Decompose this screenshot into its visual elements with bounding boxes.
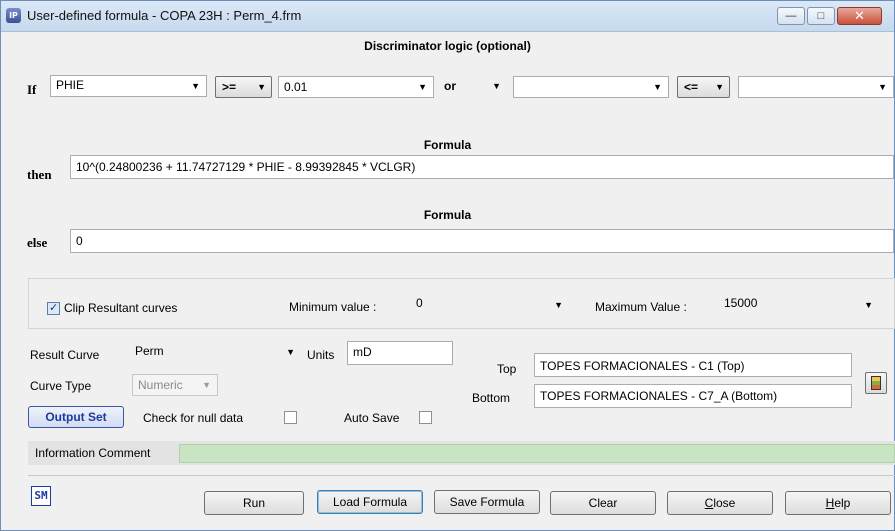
- then-label: then: [27, 167, 52, 182]
- bottom-input[interactable]: TOPES FORMACIONALES - C7_A (Bottom): [534, 384, 852, 408]
- curve-type-label: Curve Type: [30, 379, 92, 393]
- app-icon: IP: [6, 8, 21, 23]
- chevron-down-icon: ▼: [418, 82, 427, 92]
- chevron-down-icon: ▼: [653, 82, 662, 92]
- chevron-down-icon: ▼: [715, 82, 724, 92]
- chevron-down-icon: ▼: [286, 347, 295, 357]
- top-value: TOPES FORMACIONALES - C1 (Top): [540, 359, 745, 373]
- auto-save-checkbox[interactable]: [419, 411, 432, 424]
- auto-save-label: Auto Save: [344, 411, 400, 425]
- else-formula-input[interactable]: 0: [70, 229, 894, 253]
- chevron-down-icon: ▼: [864, 300, 873, 310]
- title-bar[interactable]: IP User-defined formula - COPA 23H : Per…: [1, 1, 894, 32]
- operator2-select[interactable]: <= ▼: [677, 76, 730, 98]
- top-label: Top: [497, 362, 517, 376]
- minimize-button[interactable]: —: [777, 7, 805, 25]
- close-button-label: lose: [713, 496, 736, 510]
- minimum-value-label: Minimum value :: [289, 300, 377, 314]
- maximum-value-select[interactable]: 15000 ▼: [717, 293, 879, 315]
- sm-icon[interactable]: SM: [31, 486, 51, 506]
- result-curve-value: Perm: [135, 344, 164, 358]
- operator1-value: >=: [222, 80, 237, 94]
- then-formula-input[interactable]: 10^(0.24800236 + 11.74727129 * PHIE - 8.…: [70, 155, 894, 179]
- clip-checkbox[interactable]: ✓: [47, 302, 60, 315]
- run-button[interactable]: Run: [204, 491, 304, 515]
- curve-type-select[interactable]: Numeric ▼: [132, 374, 218, 396]
- then-formula-value: 10^(0.24800236 + 11.74727129 * PHIE - 8.…: [76, 160, 416, 174]
- logic-select[interactable]: or ▼: [438, 76, 507, 98]
- bottom-label: Bottom: [472, 391, 511, 405]
- maximum-value: 15000: [724, 296, 758, 310]
- if-label: If: [27, 82, 37, 97]
- minimum-value: 0: [416, 296, 423, 310]
- output-set-button[interactable]: Output Set: [28, 406, 124, 428]
- if-variable-select[interactable]: PHIE ▼: [50, 75, 207, 97]
- zones-picker-button[interactable]: [865, 372, 887, 394]
- maximize-button[interactable]: □: [807, 7, 835, 25]
- chevron-down-icon: ▼: [202, 380, 211, 390]
- save-formula-button[interactable]: Save Formula: [434, 490, 540, 514]
- operator1-select[interactable]: >= ▼: [215, 76, 272, 98]
- then-formula-title: Formula: [423, 138, 472, 152]
- value2-select[interactable]: ▼: [738, 76, 894, 98]
- information-comment-field[interactable]: [179, 444, 895, 463]
- else-formula-title: Formula: [423, 208, 472, 222]
- units-input[interactable]: mD: [347, 341, 453, 365]
- null-check-label: Check for null data: [143, 411, 244, 425]
- operator2-value: <=: [684, 80, 699, 94]
- close-window-button[interactable]: ✕: [837, 7, 882, 25]
- chevron-down-icon: ▼: [554, 300, 563, 310]
- formula-dialog: IP User-defined formula - COPA 23H : Per…: [0, 0, 895, 531]
- maximum-value-label: Maximum Value :: [595, 300, 687, 314]
- units-label: Units: [307, 348, 335, 362]
- else-formula-value: 0: [76, 234, 83, 248]
- information-comment-label: Information Comment: [35, 446, 151, 460]
- bottom-value: TOPES FORMACIONALES - C7_A (Bottom): [540, 389, 778, 403]
- minimize-icon: —: [785, 10, 797, 22]
- chevron-down-icon: ▼: [492, 81, 501, 91]
- logic-value: or: [444, 79, 456, 93]
- value1-select[interactable]: 0.01 ▼: [278, 76, 434, 98]
- help-button-label: elp: [834, 496, 851, 510]
- window-title: User-defined formula - COPA 23H : Perm_4…: [27, 8, 302, 23]
- result-curve-select[interactable]: Perm ▼: [132, 341, 298, 363]
- discriminator-title: Discriminator logic (optional): [364, 39, 531, 53]
- if-variable-value: PHIE: [56, 78, 85, 92]
- check-icon: ✓: [49, 302, 59, 314]
- maximize-icon: □: [817, 10, 825, 22]
- clear-button[interactable]: Clear: [550, 491, 656, 515]
- chevron-down-icon: ▼: [878, 82, 887, 92]
- close-button[interactable]: Close: [667, 491, 773, 515]
- units-value: mD: [353, 345, 372, 359]
- chevron-down-icon: ▼: [257, 82, 266, 92]
- value1-value: 0.01: [284, 80, 308, 94]
- close-icon: ✕: [854, 8, 865, 23]
- else-label: else: [27, 235, 48, 250]
- top-input[interactable]: TOPES FORMACIONALES - C1 (Top): [534, 353, 852, 377]
- minimum-value-select[interactable]: 0 ▼: [409, 293, 569, 315]
- clip-label: Clip Resultant curves: [64, 301, 178, 315]
- variable2-select[interactable]: ▼: [513, 76, 669, 98]
- help-button[interactable]: Help: [785, 491, 891, 515]
- null-check-checkbox[interactable]: [284, 411, 297, 424]
- layers-icon: [871, 376, 881, 390]
- load-formula-button[interactable]: Load Formula: [317, 490, 423, 514]
- curve-type-value: Numeric: [138, 378, 183, 392]
- footer-divider: [28, 475, 895, 476]
- chevron-down-icon: ▼: [191, 81, 200, 91]
- result-curve-label: Result Curve: [30, 348, 100, 362]
